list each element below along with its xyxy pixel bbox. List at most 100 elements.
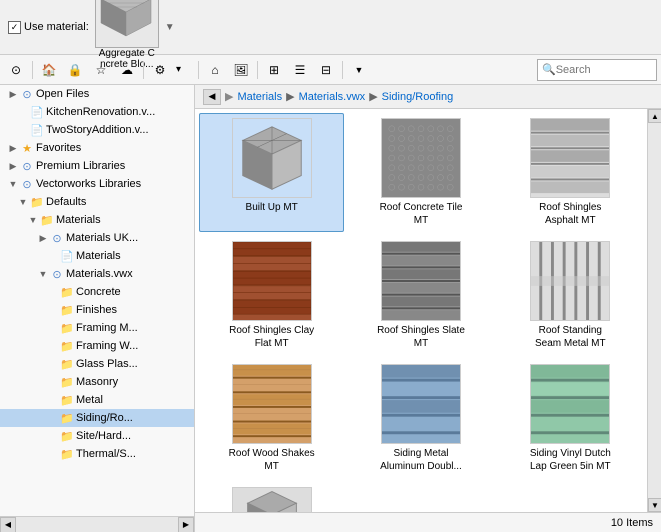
home-icon: ⊙: [11, 63, 21, 77]
breadcrumb-sep3: ▶: [369, 90, 377, 103]
folder-icon: 📁: [30, 195, 44, 209]
tree-item-framing-m[interactable]: 📁 Framing M...: [0, 319, 194, 337]
tree-label: Open Files: [36, 88, 89, 100]
tree-item-defaults[interactable]: ▼ 📁 Defaults: [0, 193, 194, 211]
grid-label-shingles-slate: Roof Shingles Slate MT: [376, 324, 466, 350]
tree-item-premium[interactable]: ▶ ⊙ Premium Libraries: [0, 157, 194, 175]
grid-thumb-siding-vinyl: [530, 364, 610, 444]
tree-label: Metal: [76, 394, 103, 406]
grid-item-shingles-slate[interactable]: Roof Shingles Slate MT: [348, 236, 493, 355]
hscroll-track[interactable]: [16, 517, 178, 532]
toolbar-btn-home2[interactable]: ⌂: [203, 59, 227, 81]
tree-item-concrete[interactable]: 📁 Concrete: [0, 283, 194, 301]
grid-item-partial[interactable]: [199, 482, 344, 512]
toolbar-btn-sort[interactable]: ▼: [347, 59, 371, 81]
tree-item-materials-vwx[interactable]: ▼ ⊙ Materials.vwx: [0, 265, 194, 283]
folder-icon: 📁: [60, 321, 74, 335]
tree-item-favorites[interactable]: ▶ ★ Favorites: [0, 139, 194, 157]
tree-arrow: [48, 341, 58, 351]
grid-item-concrete-tile[interactable]: Roof Concrete Tile MT: [348, 113, 493, 232]
breadcrumb-siding-roofing[interactable]: Siding/Roofing: [382, 91, 454, 103]
grid-item-siding-metal[interactable]: Siding Metal Aluminum Doubl...: [348, 359, 493, 478]
tree-item-vw-libraries[interactable]: ▼ ⊙ Vectorworks Libraries: [0, 175, 194, 193]
tree-item-materials-uk-file[interactable]: 📄 Materials: [0, 247, 194, 265]
folder-icon: 📁: [60, 285, 74, 299]
tree-arrow: [18, 107, 28, 117]
grid-thumb-siding-metal: [381, 364, 461, 444]
toolbar-btn-library[interactable]: 🏠: [37, 59, 61, 81]
hscroll-right-btn[interactable]: ▶: [178, 517, 194, 532]
file-icon: 📄: [30, 105, 44, 119]
tree-item-materials-parent[interactable]: ▼ 📁 Materials: [0, 211, 194, 229]
tree-item-finishes[interactable]: 📁 Finishes: [0, 301, 194, 319]
grid-label-siding-vinyl: Siding Vinyl Dutch Lap Green 5in MT: [525, 447, 615, 473]
folder-icon: 📁: [60, 375, 74, 389]
tree-label: Materials: [56, 214, 101, 226]
grid-item-builtup[interactable]: Built Up MT: [199, 113, 344, 232]
tree-item-framing-w[interactable]: 📁 Framing W...: [0, 337, 194, 355]
breadcrumb-materials[interactable]: Materials: [237, 91, 282, 103]
tree-arrow: [48, 377, 58, 387]
grid-item-shingles-asphalt[interactable]: Roof Shingles Asphalt MT: [498, 113, 643, 232]
grid-thumb-concrete-tile: [381, 118, 461, 198]
hscroll-left-btn[interactable]: ◀: [0, 517, 16, 532]
tree-item-materials-uk[interactable]: ▶ ⊙ Materials UK...: [0, 229, 194, 247]
grid-item-standing-seam[interactable]: Roof Standing Seam Metal MT: [498, 236, 643, 355]
grid-thumb-wood-shakes: [232, 364, 312, 444]
toolbar-btn-home[interactable]: ⊙: [4, 59, 28, 81]
tree-arrow: [48, 431, 58, 441]
tree-item-site[interactable]: 📁 Site/Hard...: [0, 427, 194, 445]
vscroll-track[interactable]: [648, 123, 661, 498]
tree-arrow: [48, 323, 58, 333]
tree-item-metal[interactable]: 📁 Metal: [0, 391, 194, 409]
items-count: 10 Items: [611, 517, 653, 529]
folder-icon: 📁: [60, 339, 74, 353]
tree-arrow: [18, 125, 28, 135]
toolbar-btn-lock[interactable]: 🔒: [63, 59, 87, 81]
grid-item-shingles-clay[interactable]: Roof Shingles Clay Flat MT: [199, 236, 344, 355]
toolbar-btn-grid-view[interactable]: ⊞: [262, 59, 286, 81]
toolbar-btn-settings[interactable]: ⚙: [148, 59, 172, 81]
material-dropdown-arrow[interactable]: ▼: [165, 22, 175, 33]
tree-item-kitchen[interactable]: 📄 KitchenRenovation.v...: [0, 103, 194, 121]
tree-item-open-files[interactable]: ▶ ⊙ Open Files: [0, 85, 194, 103]
lock-icon: 🔒: [68, 63, 83, 77]
tree-label: Defaults: [46, 196, 86, 208]
tree-arrow: [48, 359, 58, 369]
breadcrumb-materials-vwx[interactable]: Materials.vwx: [299, 91, 366, 103]
star-icon: ☆: [96, 63, 107, 77]
tree-arrow: ▼: [8, 179, 18, 189]
grid-view-icon: ⊞: [269, 63, 279, 77]
grid-item-wood-shakes[interactable]: Roof Wood Shakes MT: [199, 359, 344, 478]
list-view-icon: ☰: [295, 63, 306, 77]
tree-item-siding-roofing[interactable]: 📁 Siding/Ro...: [0, 409, 194, 427]
toolbar-btn-image-view[interactable]: 🖼: [229, 59, 253, 81]
search-box: 🔍: [537, 59, 657, 81]
vscroll-down-btn[interactable]: ▼: [648, 498, 661, 512]
toolbar-btn-star[interactable]: ☆: [89, 59, 113, 81]
grid-item-siding-vinyl[interactable]: Siding Vinyl Dutch Lap Green 5in MT: [498, 359, 643, 478]
toolbar-btn-list-view[interactable]: ☰: [288, 59, 312, 81]
use-material-checkbox[interactable]: ✓: [8, 21, 21, 34]
folder-icon: 📁: [60, 393, 74, 407]
toolbar-sep-2: [143, 61, 144, 79]
search-input[interactable]: [556, 64, 652, 76]
tree-arrow: ▶: [8, 143, 18, 153]
breadcrumb-back-btn[interactable]: ◀: [203, 89, 221, 105]
toolbar-btn-cloud[interactable]: ☁: [115, 59, 139, 81]
tree-arrow: [48, 287, 58, 297]
tree-label: Premium Libraries: [36, 160, 125, 172]
tree-item-thermal[interactable]: 📁 Thermal/S...: [0, 445, 194, 463]
tree-label: Masonry: [76, 376, 118, 388]
vscroll-up-btn[interactable]: ▲: [648, 109, 661, 123]
main-layout: ▶ ⊙ Open Files 📄 KitchenRenovation.v... …: [0, 85, 661, 532]
toolbar-btn-detail-view[interactable]: ⊟: [314, 59, 338, 81]
tree-item-glass[interactable]: 📁 Glass Plas...: [0, 355, 194, 373]
material-preview[interactable]: [95, 0, 159, 48]
tree-item-twostory[interactable]: 📄 TwoStoryAddition.v...: [0, 121, 194, 139]
tree-arrow: [48, 449, 58, 459]
tree-item-masonry[interactable]: 📁 Masonry: [0, 373, 194, 391]
favorites-icon: ★: [20, 141, 34, 155]
detail-view-icon: ⊟: [321, 63, 331, 77]
tree-label: Glass Plas...: [76, 358, 138, 370]
